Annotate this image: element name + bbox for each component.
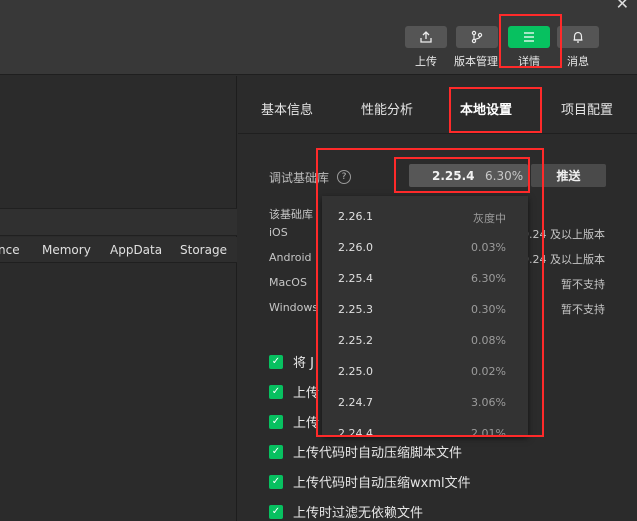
setting-checkbox-5[interactable]: ✓ 上传代码时自动压缩wxml文件	[269, 472, 471, 491]
setting-checkbox-4[interactable]: ✓ 上传代码时自动压缩脚本文件	[269, 442, 462, 461]
setting-checkbox-6[interactable]: ✓ 上传时过滤无依赖文件	[269, 502, 423, 521]
setting-label: 将 J	[293, 356, 314, 371]
platform-macos: MacOS	[269, 276, 307, 289]
setting-label: 上传代码时自动压缩wxml文件	[293, 476, 471, 491]
debugger-toolbar-strip	[0, 208, 237, 236]
tab-project-config[interactable]: 项目配置	[561, 99, 613, 118]
platform-macos-support: 暂不支持	[561, 278, 605, 291]
checkbox-checked-icon[interactable]: ✓	[269, 414, 283, 429]
tab-appdata[interactable]: AppData	[110, 243, 162, 257]
tab-performance[interactable]: nce	[0, 243, 20, 257]
setting-label: 上传代码时自动压缩脚本文件	[293, 446, 463, 461]
checkbox-checked-icon[interactable]: ✓	[269, 474, 283, 489]
close-icon[interactable]: ✕	[616, 0, 629, 13]
checkbox-checked-icon[interactable]: ✓	[269, 444, 283, 459]
info-header: 该基础库	[269, 208, 313, 221]
bell-icon	[573, 31, 583, 43]
tab-memory[interactable]: Memory	[42, 243, 91, 257]
checkbox-checked-icon[interactable]: ✓	[269, 354, 283, 369]
platform-windows-support: 暂不支持	[561, 303, 605, 316]
messages-button[interactable]	[557, 26, 599, 48]
highlight-box-dropdown	[316, 148, 544, 437]
tab-storage[interactable]: Storage	[180, 243, 227, 257]
version-management-label: 版本管理	[454, 55, 498, 68]
setting-label: 上传时过滤无依赖文件	[293, 506, 424, 521]
version-management-button[interactable]	[456, 26, 498, 48]
tab-performance-analysis[interactable]: 性能分析	[361, 99, 413, 118]
upload-icon	[420, 31, 432, 43]
debugger-panel: nce Memory AppData Storage	[0, 76, 237, 521]
debugger-tabs: nce Memory AppData Storage	[0, 237, 237, 263]
checkbox-checked-icon[interactable]: ✓	[269, 504, 283, 519]
setting-checkbox-1[interactable]: ✓ 将 J	[269, 352, 314, 371]
highlight-box-local-settings	[449, 87, 542, 133]
platform-android: Android	[269, 251, 312, 264]
details-tabs: 基本信息 性能分析 本地设置 项目配置	[238, 76, 637, 134]
upload-button[interactable]	[405, 26, 447, 48]
setting-checkbox-3[interactable]: ✓ 上传	[269, 412, 319, 431]
platform-ios: iOS	[269, 226, 288, 239]
tab-basic-info[interactable]: 基本信息	[261, 99, 313, 118]
branch-icon	[471, 30, 483, 44]
checkbox-checked-icon[interactable]: ✓	[269, 384, 283, 399]
highlight-box-details	[499, 14, 562, 68]
platform-windows: Windows	[269, 301, 319, 314]
setting-checkbox-2[interactable]: ✓ 上传	[269, 382, 319, 401]
